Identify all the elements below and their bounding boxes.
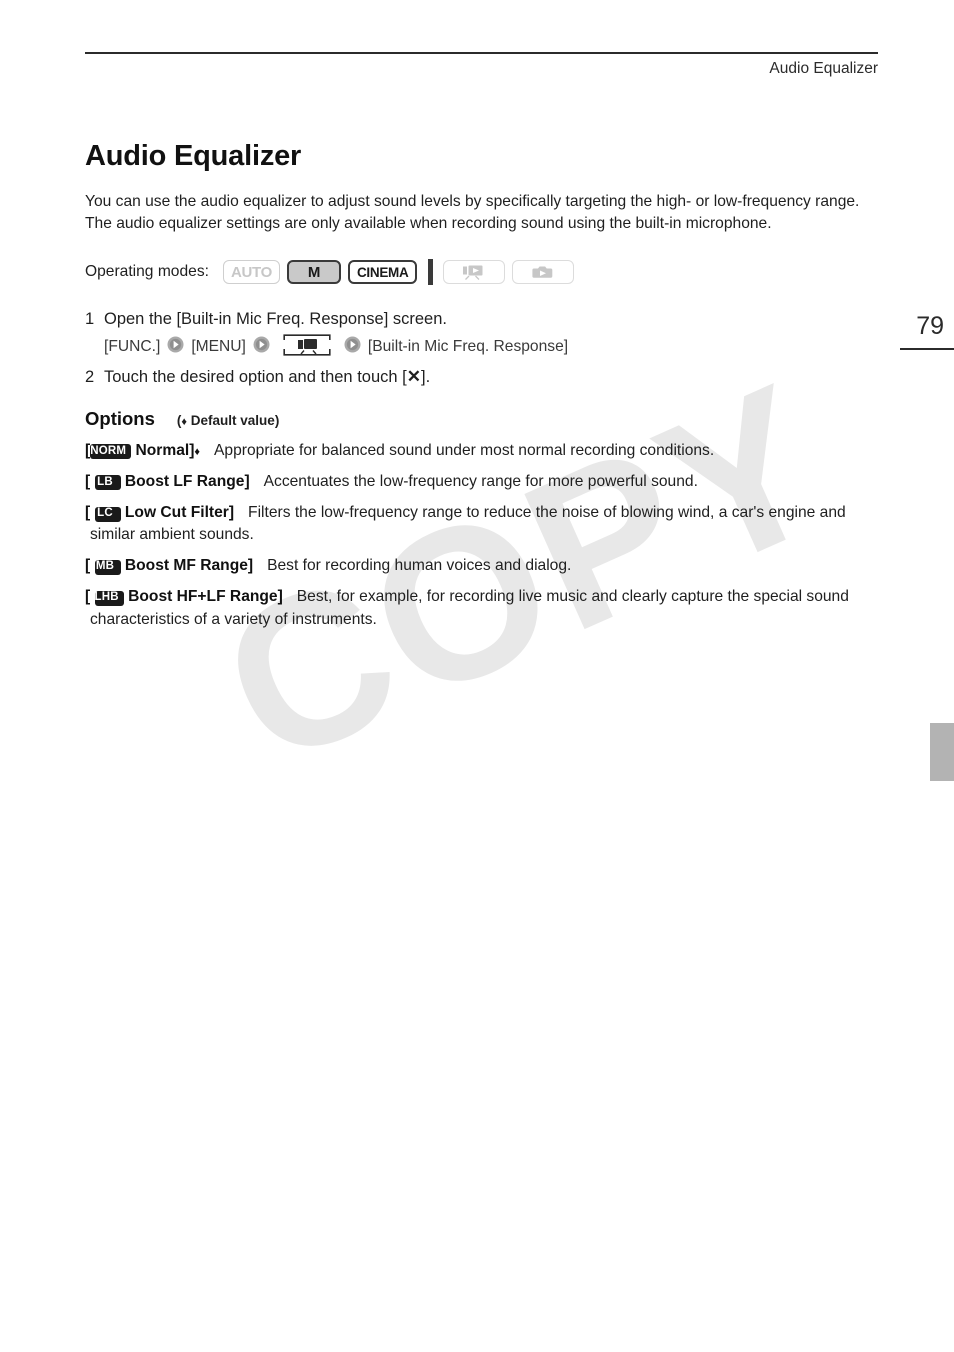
movie-playback-badge bbox=[443, 260, 506, 285]
option-open-bracket: [ bbox=[85, 588, 91, 606]
lc-badge-icon: LC bbox=[94, 506, 121, 522]
option-label: [ MB Boost MF Range] bbox=[85, 557, 254, 575]
intro-paragraph: You can use the audio equalizer to adjus… bbox=[85, 193, 860, 233]
option-item: [NORM Normal]♦ Appropriate for balanced s… bbox=[85, 440, 880, 462]
option-open-bracket: [ bbox=[85, 472, 91, 490]
options-default-note: (♦ Default value) bbox=[176, 412, 280, 428]
arrow-right-icon bbox=[253, 336, 270, 358]
option-label-text: Low Cut Filter] bbox=[124, 504, 235, 522]
option-open-bracket: [ bbox=[85, 504, 91, 522]
running-header-title: Audio Equalizer bbox=[769, 60, 878, 77]
option-label-text: Normal] bbox=[135, 441, 195, 459]
camcorder-menu-tab-icon bbox=[283, 333, 331, 361]
operating-modes-row: Operating modes: AUTO M CINEMA bbox=[85, 257, 880, 287]
cinema-mode-badge: CINEMA bbox=[347, 260, 418, 285]
default-marker-icon: ♦ bbox=[194, 445, 201, 458]
step-1: 1 Open the [Built-in Mic Freq. Response]… bbox=[85, 307, 880, 332]
header-rule bbox=[85, 52, 878, 54]
option-label: [ LHB Boost HF+LF Range] bbox=[85, 588, 283, 606]
breadcrumb-menu: [MENU] bbox=[191, 338, 246, 356]
arrow-right-icon bbox=[344, 336, 361, 358]
step-2-number: 2 bbox=[85, 368, 95, 387]
option-description: Accentuates the low-frequency range for … bbox=[263, 472, 698, 490]
norm-badge-icon: NORM bbox=[90, 444, 132, 460]
breadcrumb-destination: [Built-in Mic Freq. Response] bbox=[367, 338, 569, 356]
step-2-text-after: ]. bbox=[420, 368, 431, 387]
section-tab-marker bbox=[930, 723, 954, 781]
arrow-right-icon bbox=[167, 336, 184, 358]
option-item: [ LB Boost LF Range] Accentuates the low-… bbox=[85, 471, 880, 493]
lhb-badge-icon: LHB bbox=[94, 590, 124, 606]
operating-modes-label: Operating modes: bbox=[85, 263, 209, 281]
option-item: [ MB Boost MF Range] Best for recording h… bbox=[85, 555, 880, 577]
page-content: Audio Equalizer You can use the audio eq… bbox=[85, 140, 880, 640]
option-label-text: Boost LF Range] bbox=[124, 472, 250, 490]
default-marker-icon: ♦ bbox=[181, 415, 188, 428]
menu-breadcrumb: [FUNC.] [MENU] [Built-in Mic Freq. Respo… bbox=[104, 333, 880, 361]
option-label: [ LB Boost LF Range] bbox=[85, 472, 250, 491]
mode-divider bbox=[428, 259, 434, 286]
step-1-number: 1 bbox=[85, 310, 95, 329]
step-2: 2 Touch the desired option and then touc… bbox=[85, 365, 880, 390]
options-heading: Options (♦ Default value) bbox=[85, 408, 880, 430]
page-title: Audio Equalizer bbox=[85, 140, 302, 172]
breadcrumb-func: [FUNC.] bbox=[104, 338, 161, 356]
lb-badge-icon: LB bbox=[94, 475, 121, 491]
photo-playback-badge bbox=[512, 260, 575, 285]
option-label-text: Boost MF Range] bbox=[124, 557, 254, 575]
default-note-text: Default value bbox=[190, 412, 275, 428]
options-title: Options bbox=[85, 407, 155, 429]
page-number-rule bbox=[900, 348, 954, 350]
option-description: Appropriate for balanced sound under mos… bbox=[214, 441, 715, 459]
option-item: [ LHB Boost HF+LF Range] Best, for exampl… bbox=[85, 586, 880, 630]
option-description: Best for recording human voices and dial… bbox=[267, 557, 572, 575]
step-1-text: Open the [Built-in Mic Freq. Response] s… bbox=[104, 310, 447, 329]
option-label: [ LC Low Cut Filter] bbox=[85, 504, 235, 522]
step-2-text-before: Touch the desired option and then touch … bbox=[104, 368, 407, 387]
close-icon: ✕ bbox=[406, 367, 421, 387]
manual-mode-badge: M bbox=[286, 260, 341, 285]
option-label-text: Boost HF+LF Range] bbox=[128, 588, 283, 606]
option-label: [NORM Normal]♦ bbox=[85, 441, 201, 460]
mb-badge-icon: MB bbox=[94, 559, 121, 575]
auto-mode-badge: AUTO bbox=[222, 260, 280, 285]
option-open-bracket: [ bbox=[85, 557, 91, 575]
option-item: [ LC Low Cut Filter] Filters the low-freq… bbox=[85, 502, 880, 546]
step-2-text: Touch the desired option and then touch … bbox=[104, 365, 880, 390]
